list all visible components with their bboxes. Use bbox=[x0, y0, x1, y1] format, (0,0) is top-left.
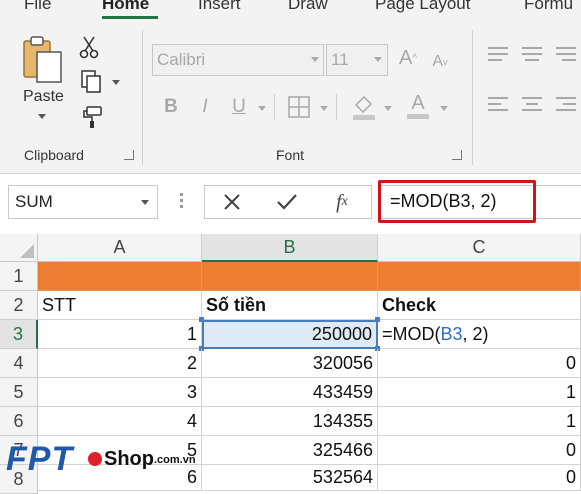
select-all-button[interactable] bbox=[0, 234, 38, 262]
cell-c2[interactable]: Check bbox=[378, 291, 581, 320]
underline-dropdown-icon[interactable] bbox=[258, 106, 266, 111]
paste-icon[interactable] bbox=[20, 34, 66, 84]
cell-a4[interactable]: 2 bbox=[38, 349, 202, 378]
tab-home[interactable]: Home bbox=[102, 0, 149, 14]
align-center-icon[interactable] bbox=[520, 94, 544, 116]
increase-font-size-icon[interactable]: A ^ bbox=[396, 44, 420, 72]
row-header-1[interactable]: 1 bbox=[0, 262, 38, 291]
paste-dropdown-icon[interactable] bbox=[38, 114, 46, 119]
cell-a2[interactable]: STT bbox=[38, 291, 202, 320]
font-color-icon[interactable]: A bbox=[404, 90, 432, 120]
align-right-icon[interactable] bbox=[554, 94, 578, 116]
cell-c3-editing[interactable]: =MOD(B3, 2) bbox=[378, 320, 581, 349]
bold-icon[interactable]: B bbox=[160, 94, 182, 120]
cell-c7[interactable]: 0 bbox=[378, 436, 581, 465]
watermark-shop: Shop bbox=[104, 448, 154, 470]
tab-file[interactable]: File bbox=[24, 0, 51, 14]
tab-page-layout[interactable]: Page Layout bbox=[375, 0, 470, 14]
cut-icon[interactable] bbox=[78, 34, 100, 60]
ribbon: File Home Insert Draw Page Layout Formu … bbox=[0, 0, 581, 174]
edit-formula-suffix: , 2) bbox=[462, 323, 489, 344]
group-separator bbox=[472, 30, 473, 165]
cell-a1[interactable] bbox=[38, 262, 202, 291]
clipboard-group-label: Clipboard bbox=[24, 147, 84, 163]
italic-icon[interactable]: I bbox=[194, 94, 216, 120]
row-header-2[interactable]: 2 bbox=[0, 291, 38, 320]
watermark-brand: FPT bbox=[6, 440, 74, 478]
font-size-value: 11 bbox=[331, 50, 349, 69]
formula-text[interactable]: =MOD(B3, 2) bbox=[390, 191, 497, 212]
name-box[interactable]: SUM bbox=[8, 185, 158, 219]
underline-icon[interactable]: U bbox=[228, 94, 250, 120]
row-header-3[interactable]: 3 bbox=[0, 320, 38, 349]
borders-dropdown-icon[interactable] bbox=[320, 106, 328, 111]
tab-draw[interactable]: Draw bbox=[288, 0, 328, 14]
tab-insert[interactable]: Insert bbox=[198, 0, 241, 14]
font-launcher-icon[interactable] bbox=[452, 150, 462, 160]
top-align-icon[interactable] bbox=[486, 44, 510, 66]
align-left-icon[interactable] bbox=[486, 94, 510, 116]
cell-c4[interactable]: 0 bbox=[378, 349, 581, 378]
formula-bar-grip-icon[interactable] bbox=[180, 193, 183, 196]
cell-c1[interactable] bbox=[378, 262, 581, 291]
bottom-align-icon[interactable] bbox=[554, 44, 578, 66]
font-size-dropdown-icon[interactable] bbox=[374, 57, 382, 62]
cell-c6[interactable]: 1 bbox=[378, 407, 581, 436]
enter-icon[interactable] bbox=[275, 191, 299, 213]
cell-b1[interactable] bbox=[202, 262, 378, 291]
column-header-a[interactable]: A bbox=[38, 234, 202, 262]
cell-c5[interactable]: 1 bbox=[378, 378, 581, 407]
fill-color-icon[interactable] bbox=[350, 92, 378, 122]
name-box-dropdown-icon[interactable] bbox=[141, 200, 149, 205]
column-header-c[interactable]: C bbox=[378, 234, 581, 262]
font-name-dropdown-icon[interactable] bbox=[311, 57, 319, 62]
select-all-triangle-icon bbox=[20, 244, 34, 258]
cell-b7[interactable]: 325466 bbox=[202, 436, 378, 465]
paste-label[interactable]: Paste bbox=[23, 88, 64, 106]
cell-b2[interactable]: Số tiền bbox=[202, 291, 378, 320]
row-header-6[interactable]: 6 bbox=[0, 407, 38, 436]
fill-color-dropdown-icon[interactable] bbox=[384, 106, 392, 111]
decrease-font-size-icon[interactable]: Av bbox=[428, 48, 452, 76]
font-name-field[interactable]: Calibri bbox=[152, 44, 324, 76]
group-separator bbox=[142, 30, 143, 165]
cell-b3[interactable]: 250000 bbox=[202, 320, 378, 349]
selection-handle[interactable] bbox=[375, 317, 380, 322]
cell-a6[interactable]: 4 bbox=[38, 407, 202, 436]
cell-a5[interactable]: 3 bbox=[38, 378, 202, 407]
row-header-4[interactable]: 4 bbox=[0, 349, 38, 378]
watermark-dot bbox=[88, 452, 102, 466]
borders-icon[interactable] bbox=[286, 94, 312, 120]
cell-b8[interactable]: 532564 bbox=[202, 465, 378, 491]
column-header-b[interactable]: B bbox=[202, 234, 378, 262]
cell-b5[interactable]: 433459 bbox=[202, 378, 378, 407]
name-box-value: SUM bbox=[15, 192, 53, 211]
font-group-label: Font bbox=[276, 147, 305, 163]
copy-dropdown-icon[interactable] bbox=[112, 80, 120, 85]
edit-formula-prefix: =MOD( bbox=[382, 323, 441, 344]
selection-handle[interactable] bbox=[199, 317, 204, 322]
active-tab-indicator bbox=[102, 16, 158, 19]
toolbar-divider bbox=[274, 94, 275, 120]
watermark-domain: .com.vn bbox=[154, 454, 196, 466]
row-header-5[interactable]: 5 bbox=[0, 378, 38, 407]
tab-formulas[interactable]: Formu bbox=[524, 0, 573, 14]
fptshop-watermark: FPT Shop .com.vn bbox=[6, 440, 196, 484]
cell-b6[interactable]: 134355 bbox=[202, 407, 378, 436]
toolbar-divider bbox=[336, 94, 337, 120]
middle-align-icon[interactable] bbox=[520, 44, 544, 66]
insert-function-icon[interactable]: fx bbox=[329, 189, 355, 215]
font-color-dropdown-icon[interactable] bbox=[440, 106, 448, 111]
formula-buttons: fx bbox=[204, 185, 372, 219]
font-name-value: Calibri bbox=[157, 50, 206, 69]
cell-c8[interactable]: 0 bbox=[378, 465, 581, 491]
copy-icon[interactable] bbox=[78, 68, 104, 94]
cell-a3[interactable]: 1 bbox=[38, 320, 202, 349]
format-painter-icon[interactable] bbox=[78, 104, 104, 130]
cancel-icon[interactable] bbox=[221, 191, 243, 213]
clipboard-launcher-icon[interactable] bbox=[124, 150, 134, 160]
edit-formula-reference: B3 bbox=[440, 323, 463, 344]
cell-b4[interactable]: 320056 bbox=[202, 349, 378, 378]
